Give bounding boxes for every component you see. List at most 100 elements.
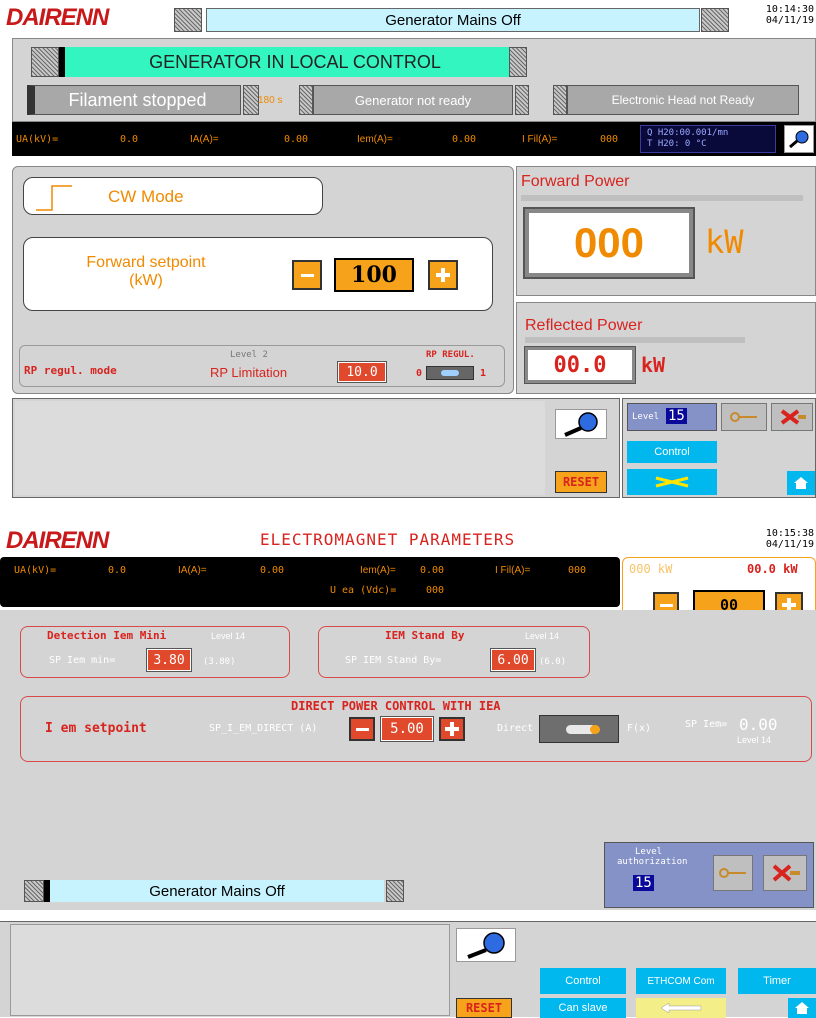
- ia-value: 0.00: [284, 134, 309, 145]
- setpoint-label-line1: Forward setpoint: [86, 254, 206, 271]
- key-button[interactable]: [721, 403, 767, 431]
- cw-mode-label: CW Mode: [108, 187, 184, 206]
- uea-label: U ea (Vdc)=: [330, 585, 397, 596]
- water-temp: T H20: 0 °C: [647, 139, 707, 149]
- auth-panel: Level 15 Control: [622, 398, 816, 498]
- level-auth-line1: Level: [635, 847, 663, 857]
- direct-label: Direct: [497, 723, 534, 734]
- local-control-status: GENERATOR IN LOCAL CONTROL: [59, 47, 525, 77]
- status-panel: GENERATOR IN LOCAL CONTROL Filament stop…: [12, 38, 816, 122]
- sp-direct-value[interactable]: 5.00: [380, 716, 434, 742]
- wrench-icon: [655, 476, 689, 488]
- power-kw-left: 000 kW: [629, 562, 673, 576]
- detection-level: Level 14: [211, 631, 246, 641]
- magnifier-icon: [467, 932, 505, 959]
- rp-one-label: 1: [480, 368, 487, 379]
- ia-value-2: 0.00: [260, 565, 285, 576]
- uea-value: 000: [426, 585, 445, 596]
- home-button-2[interactable]: [788, 998, 816, 1018]
- detection-title: Detection Iem Mini: [47, 629, 167, 642]
- logout-button-2[interactable]: [763, 855, 807, 891]
- direct-minus-button[interactable]: [349, 717, 375, 741]
- gen-hatch: [299, 85, 313, 115]
- setpoint-label: Forward setpoint (kW): [86, 254, 206, 290]
- ua-label-2: UA(kV)=: [14, 565, 57, 576]
- rp-regul-label: RP REGUL.: [426, 350, 475, 360]
- iem-setpoint-label: I em setpoint: [45, 721, 147, 736]
- zoom-button[interactable]: [555, 409, 607, 439]
- key-button-2[interactable]: [713, 855, 753, 891]
- home-icon: [794, 477, 808, 489]
- level-value: 15: [666, 408, 687, 424]
- minus-icon: [355, 727, 369, 731]
- measurement-bar: UA(kV)= 0.0 IA(A)= 0.00 Iem(A)= 0.00 I F…: [12, 122, 816, 156]
- control-button[interactable]: Control: [627, 441, 717, 463]
- gen-hatch-right: [515, 85, 529, 115]
- level-box: Level 15: [627, 403, 717, 431]
- clock-time-2: 10:15:38: [765, 528, 814, 539]
- iem-label-2: Iem(A)=: [360, 565, 396, 576]
- logout-button[interactable]: [771, 403, 813, 431]
- ethcom-button[interactable]: ETHCOM Com: [636, 968, 726, 994]
- forward-power-unit: kW: [705, 223, 744, 261]
- home-button[interactable]: [787, 471, 815, 495]
- standby-value[interactable]: 6.00: [490, 648, 536, 672]
- reset-button[interactable]: RESET: [555, 471, 607, 493]
- tools-button[interactable]: [627, 469, 717, 495]
- level-auth-line2: authorization: [617, 857, 688, 867]
- sp-iem-level: Level 14: [737, 735, 772, 745]
- reflected-power-display: 00.0: [524, 346, 636, 384]
- magnifier-icon: [789, 130, 809, 149]
- rp-level: Level 2: [230, 350, 268, 360]
- direct-power-box: DIRECT POWER CONTROL WITH IEA I em setpo…: [20, 696, 812, 762]
- cancel-icon: [780, 409, 806, 425]
- mains-status: Generator Mains Off: [44, 880, 384, 902]
- head-status: Electronic Head not Ready: [567, 85, 799, 115]
- generator-status: Generator not ready: [313, 85, 513, 115]
- zoom-button-2[interactable]: [456, 928, 516, 962]
- direct-toggle[interactable]: [539, 715, 619, 743]
- filament-hatch: [243, 85, 259, 115]
- step-icon: [36, 185, 72, 211]
- status-hatch: [31, 47, 59, 77]
- rp-mode-label: RP regul. mode: [24, 364, 117, 377]
- water-flow: Q H20:00.001/mn: [647, 128, 729, 138]
- rp-limit-value[interactable]: 10.0: [337, 361, 387, 383]
- mains-hatch-right: [386, 880, 404, 902]
- standby-ref: (6.0): [539, 657, 567, 667]
- forward-power-panel: Forward Power 000 kW: [516, 166, 816, 296]
- ia-label: IA(A)=: [190, 134, 219, 145]
- reset-button-2[interactable]: RESET: [456, 998, 512, 1018]
- title-hatch-right: [701, 8, 729, 32]
- direct-plus-button[interactable]: [439, 717, 465, 741]
- brand-logo: DAIRENN: [6, 4, 109, 31]
- toggle-knob: [441, 370, 459, 376]
- standby-label: SP IEM Stand By=: [345, 655, 442, 666]
- timer-button[interactable]: Timer: [738, 968, 816, 994]
- water-box: Q H20:00.001/mn T H20: 0 °C: [640, 125, 776, 153]
- zoom-button-top[interactable]: [784, 125, 814, 153]
- cw-mode-box[interactable]: CW Mode: [23, 177, 323, 215]
- ifil-value: 000: [600, 134, 619, 145]
- level-auth-value: 15: [633, 875, 654, 891]
- setpoint-minus-button[interactable]: [292, 260, 322, 290]
- filament-timer: 180 s: [258, 95, 283, 106]
- sp-iem-min-label: SP Iem min=: [49, 655, 116, 666]
- key-icon: [730, 412, 757, 422]
- forward-power-display: 000: [523, 207, 695, 279]
- rp-regul-toggle[interactable]: [426, 366, 474, 380]
- clock-date: 04/11/19: [765, 15, 814, 26]
- setpoint-value[interactable]: 100: [334, 258, 414, 292]
- control-button-2[interactable]: Control: [540, 968, 626, 994]
- setpoint-plus-button[interactable]: [428, 260, 458, 290]
- back-button[interactable]: [636, 998, 726, 1018]
- plus-icon: [445, 722, 459, 736]
- rp-row: RP regul. mode Level 2 RP Limitation 10.…: [19, 345, 505, 387]
- fx-label: F(x): [627, 723, 652, 734]
- can-slave-button[interactable]: Can slave: [540, 998, 626, 1018]
- message-box-2: [10, 924, 450, 1016]
- rp-zero-label: 0: [416, 368, 423, 379]
- rp-limitation-label: RP Limitation: [210, 365, 288, 380]
- sp-iem-min-value[interactable]: 3.80: [146, 648, 192, 672]
- home-icon: [795, 1002, 809, 1014]
